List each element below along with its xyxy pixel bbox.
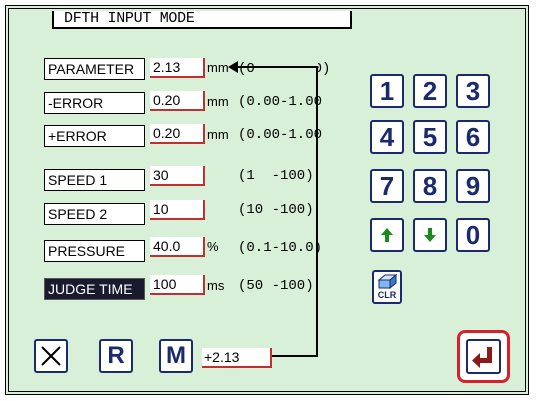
key-9[interactable]: 9 [456, 169, 490, 203]
r-button[interactable]: R [99, 339, 133, 373]
clear-button[interactable]: CLR [372, 270, 402, 304]
key-8[interactable]: 8 [413, 169, 447, 203]
m-button[interactable]: M [159, 339, 193, 373]
arrow-down-icon [424, 228, 436, 242]
enter-button-highlight[interactable] [457, 330, 510, 383]
key-3[interactable]: 3 [456, 74, 490, 108]
clear-label: CLR [377, 290, 397, 300]
arrow-up-icon [381, 228, 393, 242]
key-7[interactable]: 7 [370, 169, 404, 203]
key-5[interactable]: 5 [413, 120, 447, 154]
cursor-down-button[interactable] [413, 218, 447, 252]
key-6[interactable]: 6 [456, 120, 490, 154]
result-value: +2.13 [202, 348, 272, 368]
cancel-button[interactable] [34, 339, 68, 373]
enter-button[interactable] [466, 339, 501, 374]
close-icon [41, 346, 61, 366]
key-4[interactable]: 4 [370, 120, 404, 154]
cursor-up-button[interactable] [370, 218, 404, 252]
key-1[interactable]: 1 [370, 74, 404, 108]
eraser-icon [377, 273, 398, 290]
key-2[interactable]: 2 [413, 74, 447, 108]
enter-return-icon [472, 347, 492, 368]
key-0[interactable]: 0 [456, 218, 490, 252]
